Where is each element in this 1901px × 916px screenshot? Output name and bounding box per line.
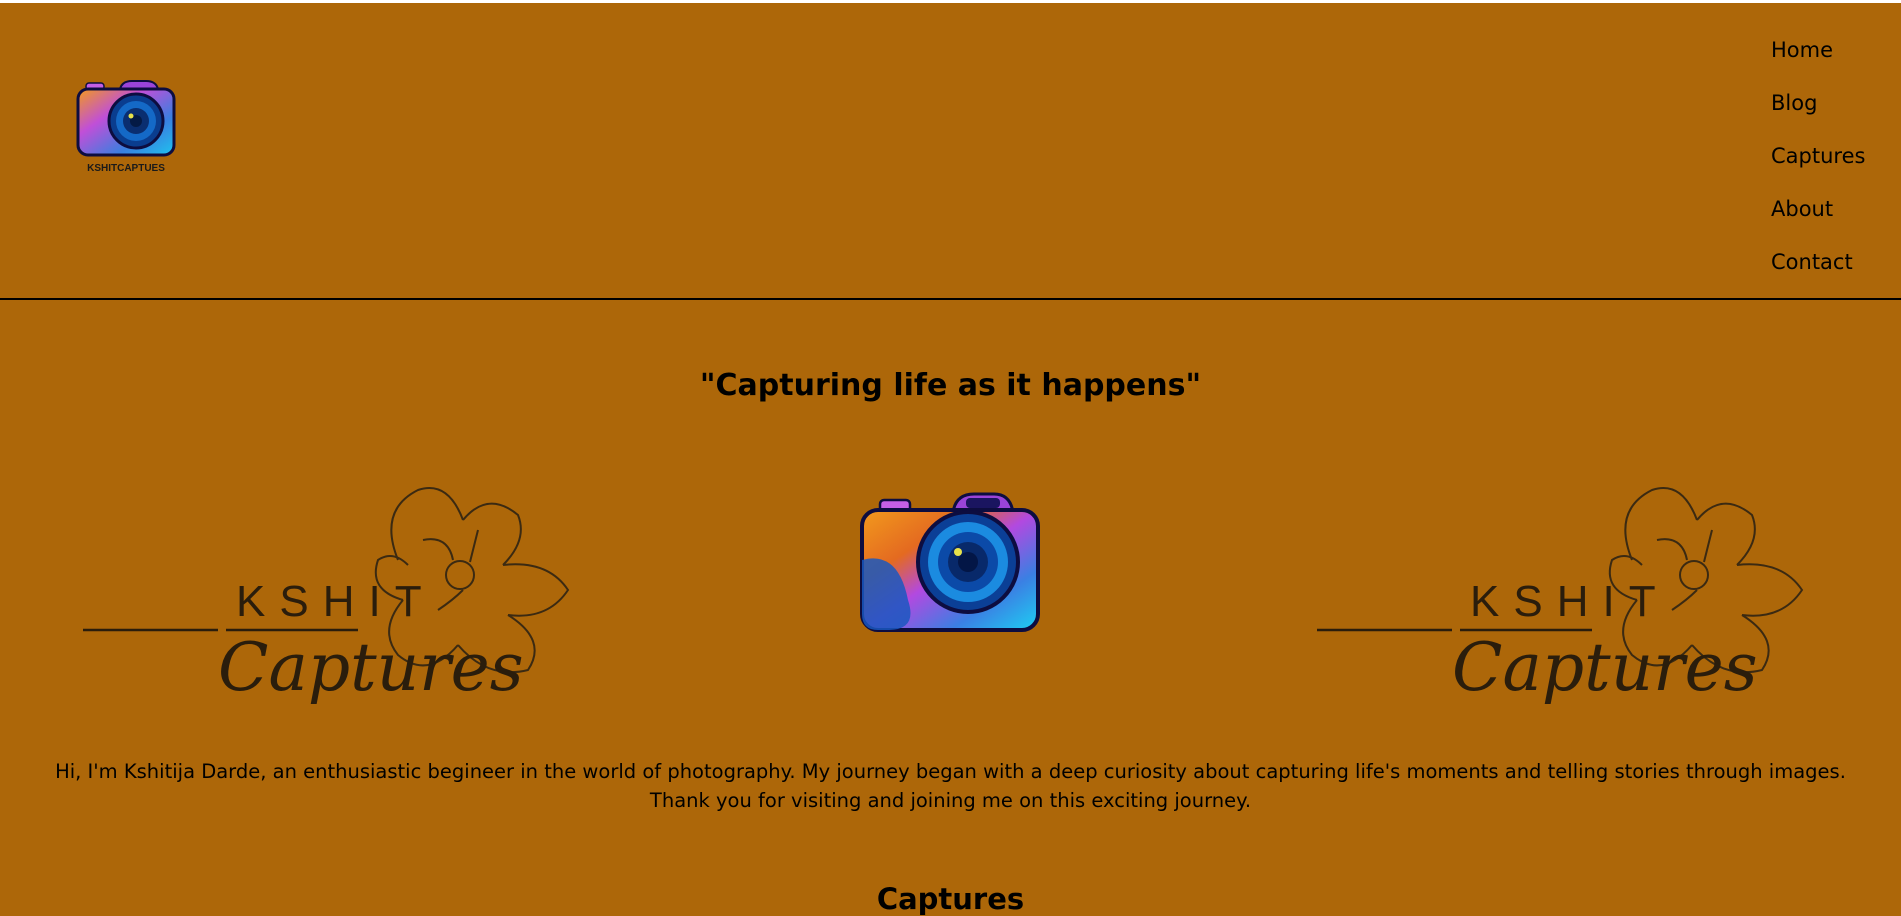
nav-blog-link[interactable]: Blog — [1771, 92, 1865, 145]
svg-text:Captures: Captures — [1452, 629, 1758, 706]
svg-text:Captures: Captures — [218, 629, 524, 706]
kshit-captures-brand-logo-left: KSHIT Captures — [83, 487, 570, 706]
intro-paragraph: Hi, I'm Kshitija Darde, an enthusiastic … — [55, 760, 1846, 812]
svg-text:KSHIT: KSHIT — [236, 577, 436, 626]
main-nav: Home Blog Captures About Contact — [1771, 39, 1865, 304]
nav-about-link[interactable]: About — [1771, 198, 1865, 251]
nav-captures-link[interactable]: Captures — [1771, 145, 1865, 198]
camera-icon — [860, 492, 1040, 632]
svg-text:KSHIT: KSHIT — [1470, 577, 1670, 626]
svg-text:KSHITCAPTUES: KSHITCAPTUES — [87, 163, 165, 174]
nav-contact-link[interactable]: Contact — [1771, 251, 1865, 304]
kshit-captures-brand-logo-right: KSHIT Captures — [1317, 487, 1804, 706]
site-header: KSHITCAPTUES Home Blog Captures About Co… — [0, 3, 1901, 300]
site-logo[interactable]: KSHITCAPTUES — [76, 79, 176, 175]
captures-section-title: Captures — [876, 882, 1025, 916]
hero-tagline: "Capturing life as it happens" — [699, 368, 1202, 403]
nav-home-link[interactable]: Home — [1771, 39, 1865, 92]
